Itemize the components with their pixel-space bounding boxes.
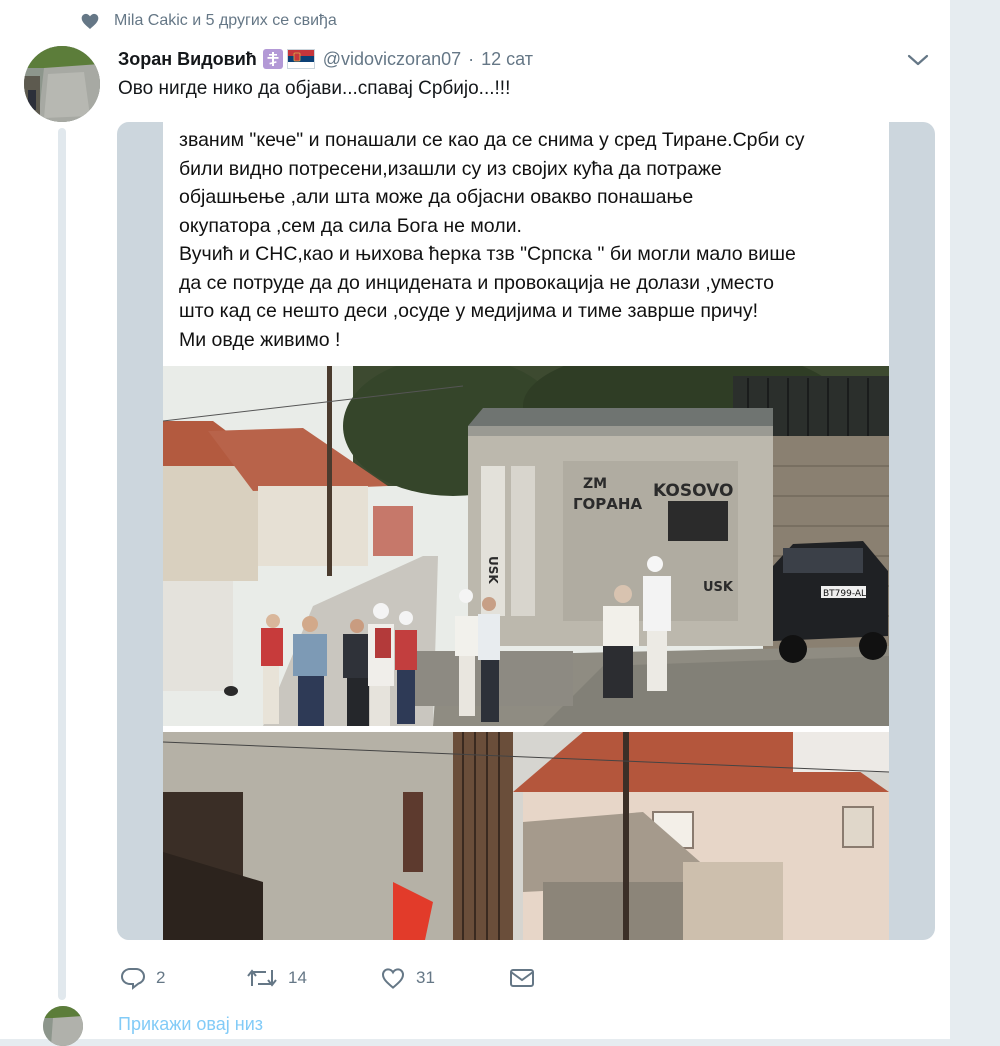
avatar[interactable] bbox=[24, 46, 100, 122]
tweet-media[interactable]: званим "кече" и понашали се као да се сн… bbox=[117, 122, 935, 940]
post-text-line: објашњење ,али шта може да објасни овакв… bbox=[179, 186, 694, 208]
tweet-timestamp[interactable]: 12 сат bbox=[481, 49, 533, 70]
heart-outline-icon bbox=[381, 968, 405, 989]
like-button[interactable]: 31 bbox=[380, 960, 435, 996]
post-text-line: Ми овде живимо ! bbox=[179, 328, 341, 351]
reply-button[interactable]: 2 bbox=[120, 960, 165, 996]
post-text-line: да се потруде да до инцидената и провока… bbox=[179, 271, 774, 294]
thread-avatar[interactable] bbox=[43, 1006, 83, 1046]
retweet-count: 14 bbox=[288, 968, 307, 987]
tweet-header: Зоран Видовић @vidoviczoran07 · 12 сат bbox=[118, 44, 533, 74]
heart-icon bbox=[81, 13, 99, 29]
post-text-line: били видно потресени,изашли су из својих… bbox=[179, 157, 722, 180]
tweet-text: Ово нигде нико да објави...спавај Србијо… bbox=[118, 78, 511, 99]
graffiti-text: ГОРАНА bbox=[573, 495, 642, 513]
avatar-image bbox=[43, 1006, 83, 1046]
tweet-actions: 2 14 31 bbox=[118, 960, 658, 996]
thread-line bbox=[58, 128, 66, 1000]
post-text-line: Вучић и СНС,као и њихова ћерка тзв "Српс… bbox=[179, 243, 796, 265]
like-count: 31 bbox=[416, 968, 435, 987]
media-screenshot: званим "кече" и понашали се као да се сн… bbox=[163, 122, 889, 940]
post-text-line: званим "кече" и понашали се као да се сн… bbox=[179, 129, 805, 151]
post-text-line: што кад се нешто деси ,осуде у медијима … bbox=[179, 300, 758, 322]
embedded-post-text: званим "кече" и понашали се као да се сн… bbox=[179, 126, 883, 354]
tweet-card: Mila Cakic и 5 других се свиђа Зоран Вид… bbox=[0, 0, 950, 1046]
license-plate-text: BT799-AL bbox=[823, 589, 866, 599]
direct-message-button[interactable] bbox=[508, 960, 546, 996]
separator-dot: · bbox=[468, 48, 475, 69]
reply-count: 2 bbox=[156, 968, 166, 987]
street-photo: ZM ГОРАНА KOSOVO USK USK BT799-AL bbox=[163, 366, 889, 726]
author-name[interactable]: Зоран Видовић bbox=[118, 49, 257, 70]
show-thread-link[interactable]: Прикажи овај низ bbox=[118, 1014, 263, 1035]
houses-photo bbox=[163, 732, 889, 940]
avatar-image bbox=[24, 46, 100, 122]
graffiti-text: KOSOVO bbox=[653, 481, 733, 501]
post-text-line: окупатора ,сем да сила Бога не моли. bbox=[179, 214, 522, 237]
social-context-text: Mila Cakic и 5 других се свиђа bbox=[114, 12, 337, 29]
reply-icon bbox=[120, 968, 146, 990]
envelope-icon bbox=[510, 969, 534, 987]
graffiti-text: ZM bbox=[583, 476, 607, 492]
serbian-flag-icon bbox=[286, 49, 315, 69]
graffiti-text: USK bbox=[486, 556, 500, 584]
social-context: Mila Cakic и 5 других се свиђа bbox=[80, 10, 337, 32]
graffiti-text: USK bbox=[703, 580, 734, 595]
chevron-down-icon[interactable] bbox=[906, 50, 930, 70]
retweet-button[interactable]: 14 bbox=[246, 960, 307, 996]
author-handle[interactable]: @vidoviczoran07 bbox=[323, 49, 461, 70]
orthodox-cross-icon bbox=[262, 49, 283, 69]
retweet-icon bbox=[247, 969, 277, 987]
